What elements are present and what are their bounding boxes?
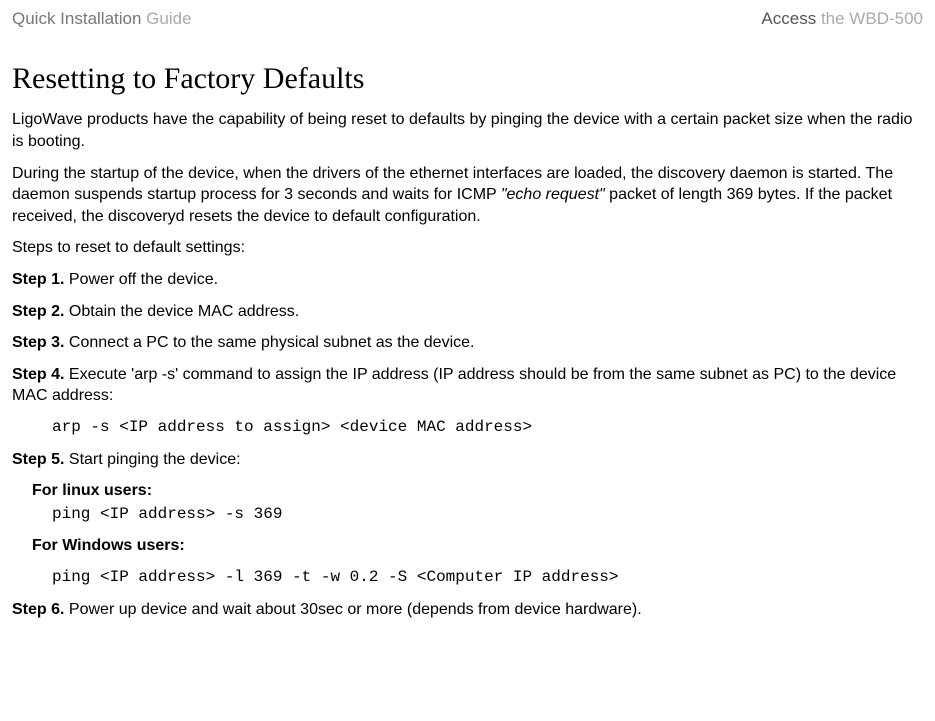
step-1: Step 1. Power off the device. [12,269,923,291]
linux-block: For linux users: ping <IP address> -s 36… [32,480,923,525]
windows-block: For Windows users: ping <IP address> -l … [32,535,923,588]
header-right-2: the WBD-500 [821,9,923,28]
header-right: Access the WBD-500 [761,8,923,31]
linux-heading: For linux users: [32,480,923,502]
windows-code: ping <IP address> -l 369 -t -w 0.2 -S <C… [52,567,923,589]
step-6-text: Power up device and wait about 30sec or … [64,601,641,618]
step-2: Step 2. Obtain the device MAC address. [12,301,923,323]
step-6: Step 6. Power up device and wait about 3… [12,599,923,621]
linux-code: ping <IP address> -s 369 [52,504,923,526]
intro2-b: "echo request" [501,186,605,203]
header-left-1: Quick Installation [12,9,141,28]
intro-paragraph-1: LigoWave products have the capability of… [12,109,923,152]
step-4-code: arp -s <IP address to assign> <device MA… [52,417,923,439]
step-2-text: Obtain the device MAC address. [64,303,299,320]
page-header: Quick Installation Guide Access the WBD-… [12,8,923,31]
page-title: Resetting to Factory Defaults [12,59,923,100]
step-3: Step 3. Connect a PC to the same physica… [12,332,923,354]
step-5-label: Step 5. [12,451,64,468]
step-4-label: Step 4. [12,366,64,383]
step-5-text: Start pinging the device: [64,451,240,468]
header-right-1: Access [761,9,821,28]
header-left: Quick Installation Guide [12,8,192,31]
step-5: Step 5. Start pinging the device: [12,449,923,471]
header-left-2: Guide [141,9,191,28]
step-4: Step 4. Execute 'arp -s' command to assi… [12,364,923,407]
windows-heading: For Windows users: [32,535,923,557]
step-1-label: Step 1. [12,271,64,288]
step-3-label: Step 3. [12,334,64,351]
step-6-label: Step 6. [12,601,64,618]
steps-intro: Steps to reset to default settings: [12,237,923,259]
intro-paragraph-2: During the startup of the device, when t… [12,163,923,228]
step-1-text: Power off the device. [64,271,218,288]
step-4-text: Execute 'arp -s' command to assign the I… [12,366,896,405]
step-2-label: Step 2. [12,303,64,320]
step-3-text: Connect a PC to the same physical subnet… [64,334,474,351]
